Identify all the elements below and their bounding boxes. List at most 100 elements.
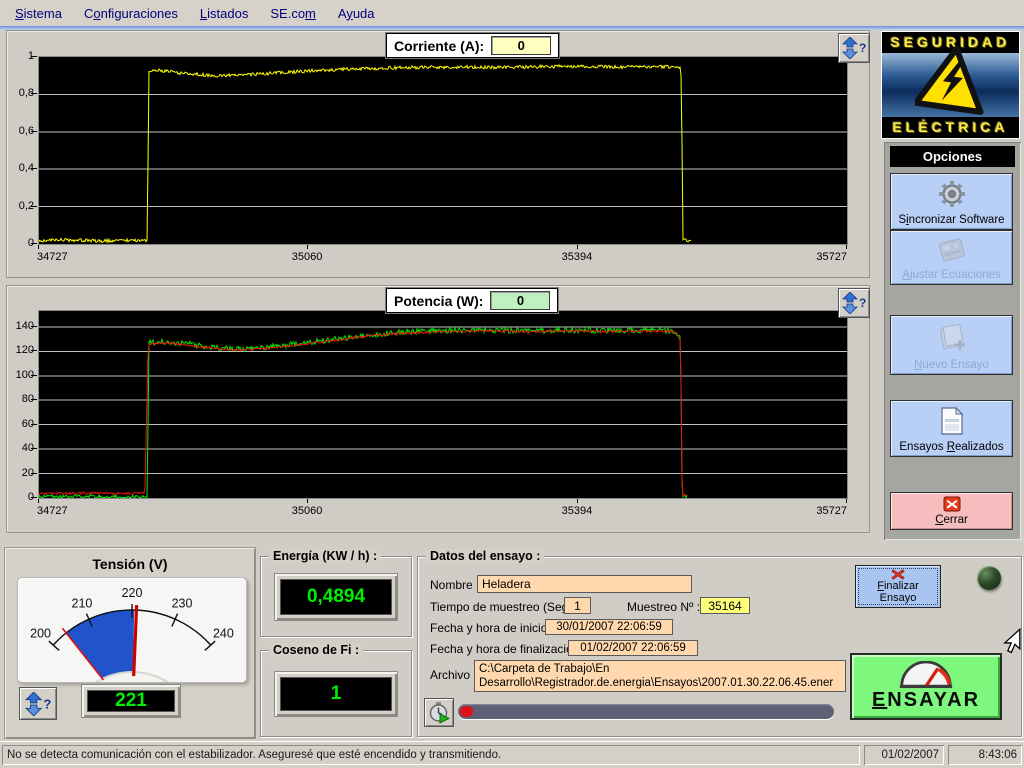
menu-bar: Sistema Configuraciones Listados SE.com … [0, 0, 1024, 26]
ajustar-ecuaciones-button: Ajustar Ecuaciones [890, 230, 1013, 285]
svg-text:200: 200 [30, 627, 51, 641]
tension-value: 221 [87, 690, 175, 712]
ajustar-ecuaciones-label: Ajustar Ecuaciones [902, 269, 1000, 281]
menu-item-sistema[interactable]: Sistema [4, 2, 73, 25]
x-tick-mark [307, 499, 308, 503]
timer-button[interactable] [424, 698, 454, 727]
y-tick-mark [31, 350, 37, 351]
fecha-inicio-label: Fecha y hora de inicio : [430, 621, 554, 635]
corriente-help-button[interactable]: ? [838, 33, 870, 63]
status-bar: No se detecta comunicación con el estabi… [0, 741, 1024, 768]
fecha-inicio-field: 30/01/2007 22:06:59 [545, 619, 673, 635]
nombre-field[interactable]: Heladera [477, 575, 692, 593]
menu-item-configuraciones[interactable]: Configuraciones [73, 2, 189, 25]
svg-text:230: 230 [172, 597, 193, 611]
updown-question-icon: ? [842, 37, 866, 59]
potencia-plot [38, 310, 848, 499]
tension-help-button[interactable]: ? [19, 687, 57, 720]
svg-text:210: 210 [72, 597, 93, 611]
y-tick-mark [31, 243, 37, 244]
status-date: 01/02/2007 [864, 745, 944, 765]
archivo-label: Archivo : [430, 668, 477, 682]
fecha-fin-label: Fecha y hora de finalización: [430, 642, 583, 656]
close-x-icon [943, 493, 961, 514]
menu-item-listados[interactable]: Listados [189, 2, 259, 25]
y-axis-tick-label: 1 [6, 50, 34, 62]
tension-panel: Tensión (V) 200 210 220 230 240 ? 221 [4, 547, 256, 739]
svg-text:220: 220 [122, 586, 143, 600]
progress-bar [458, 704, 834, 719]
x-axis-tick-label: 35394 [547, 251, 607, 263]
corriente-title: Corriente (A): [394, 38, 484, 54]
archivo-field[interactable]: C:\Carpeta de Trabajo\En Desarrollo\Regi… [474, 660, 846, 692]
y-axis-tick-label: 40 [6, 442, 34, 454]
y-tick-mark [31, 448, 37, 449]
coseno-display: 1 [274, 671, 398, 717]
sincronizar-software-button[interactable]: Sincronizar Software [890, 173, 1013, 230]
y-tick-mark [31, 168, 37, 169]
y-tick-mark [31, 375, 37, 376]
tiempo-muestreo-field[interactable]: 1 [564, 597, 591, 614]
corriente-plot [38, 56, 848, 245]
potencia-title: Potencia (W): [394, 293, 483, 309]
coseno-group: Coseno de Fi : 1 [260, 650, 412, 737]
y-tick-mark [31, 56, 37, 57]
app-window: Sistema Configuraciones Listados SE.com … [0, 0, 1024, 768]
y-axis-tick-label: 100 [6, 369, 34, 381]
x-tick-mark [38, 245, 39, 249]
tension-gauge: 200 210 220 230 240 [17, 577, 247, 683]
y-axis-tick-label: 0,8 [6, 87, 34, 99]
y-axis-tick-label: 80 [6, 393, 34, 405]
finalizar-ensayo-button[interactable]: Finalizar Ensayo [855, 565, 941, 608]
options-header: Opciones [890, 146, 1015, 167]
svg-text:240: 240 [213, 627, 234, 641]
tension-title: Tensión (V) [5, 556, 255, 572]
datos-title: Datos del ensayo : [426, 549, 544, 563]
fecha-fin-field: 01/02/2007 22:06:59 [568, 640, 698, 656]
y-axis-tick-label: 0,4 [6, 162, 34, 174]
potencia-header: Potencia (W): 0 [386, 288, 558, 313]
potencia-help-button[interactable]: ? [838, 288, 870, 318]
x-tick-mark [307, 245, 308, 249]
ensayos-realizados-button[interactable]: Ensayos Realizados [890, 400, 1013, 457]
y-axis-tick-label: 60 [6, 418, 34, 430]
finalizar-ensayo-label: Finalizar Ensayo [859, 580, 937, 604]
muestreo-n-label: Muestreo Nº : [627, 600, 700, 614]
status-message: No se detecta comunicación con el estabi… [2, 745, 860, 765]
ensayar-button[interactable]: ENSAYAR [850, 653, 1002, 720]
status-led [977, 566, 1001, 590]
y-axis-tick-label: 0 [6, 491, 34, 503]
menu-item-ayuda[interactable]: Ayuda [327, 2, 386, 25]
nombre-label: Nombre : [430, 578, 479, 592]
meter-icon [898, 661, 954, 689]
y-tick-mark [31, 399, 37, 400]
warning-triangle-icon [915, 41, 989, 121]
y-axis-tick-label: 0,2 [6, 200, 34, 212]
y-axis-tick-label: 0 [6, 237, 34, 249]
seguridad-electrica-logo: SEGURIDAD ELÉCTRICA [881, 31, 1020, 139]
svg-text:?: ? [859, 41, 866, 55]
y-axis-tick-label: 140 [6, 320, 34, 332]
y-tick-mark [31, 424, 37, 425]
x-tick-mark [577, 499, 578, 503]
menu-item-secom[interactable]: SE.com [259, 2, 327, 25]
y-tick-mark [31, 473, 37, 474]
tiempo-muestreo-label: Tiempo de muestreo (Seg.) : [430, 600, 582, 614]
y-tick-mark [31, 131, 37, 132]
y-axis-tick-label: 20 [6, 467, 34, 479]
svg-text:?: ? [43, 696, 51, 711]
ensayos-realizados-label: Ensayos Realizados [899, 441, 1003, 453]
x-axis-tick-label: 35727 [787, 251, 847, 263]
x-tick-mark [846, 245, 847, 249]
potencia-chart-panel: Potencia (W): 0 ? [6, 285, 870, 533]
new-note-plus-icon [937, 316, 967, 359]
x-axis-tick-label: 35727 [787, 505, 847, 517]
x-tick-mark [846, 499, 847, 503]
updown-question-icon: ? [842, 292, 866, 314]
energia-value: 0,4894 [280, 579, 392, 615]
x-axis-tick-label: 34727 [37, 251, 97, 263]
ensayar-label: ENSAYAR [872, 689, 980, 712]
potencia-value: 0 [490, 291, 550, 310]
nuevo-ensayo-button: Nuevo Ensayo [890, 315, 1013, 375]
cerrar-button[interactable]: Cerrar [890, 492, 1013, 530]
